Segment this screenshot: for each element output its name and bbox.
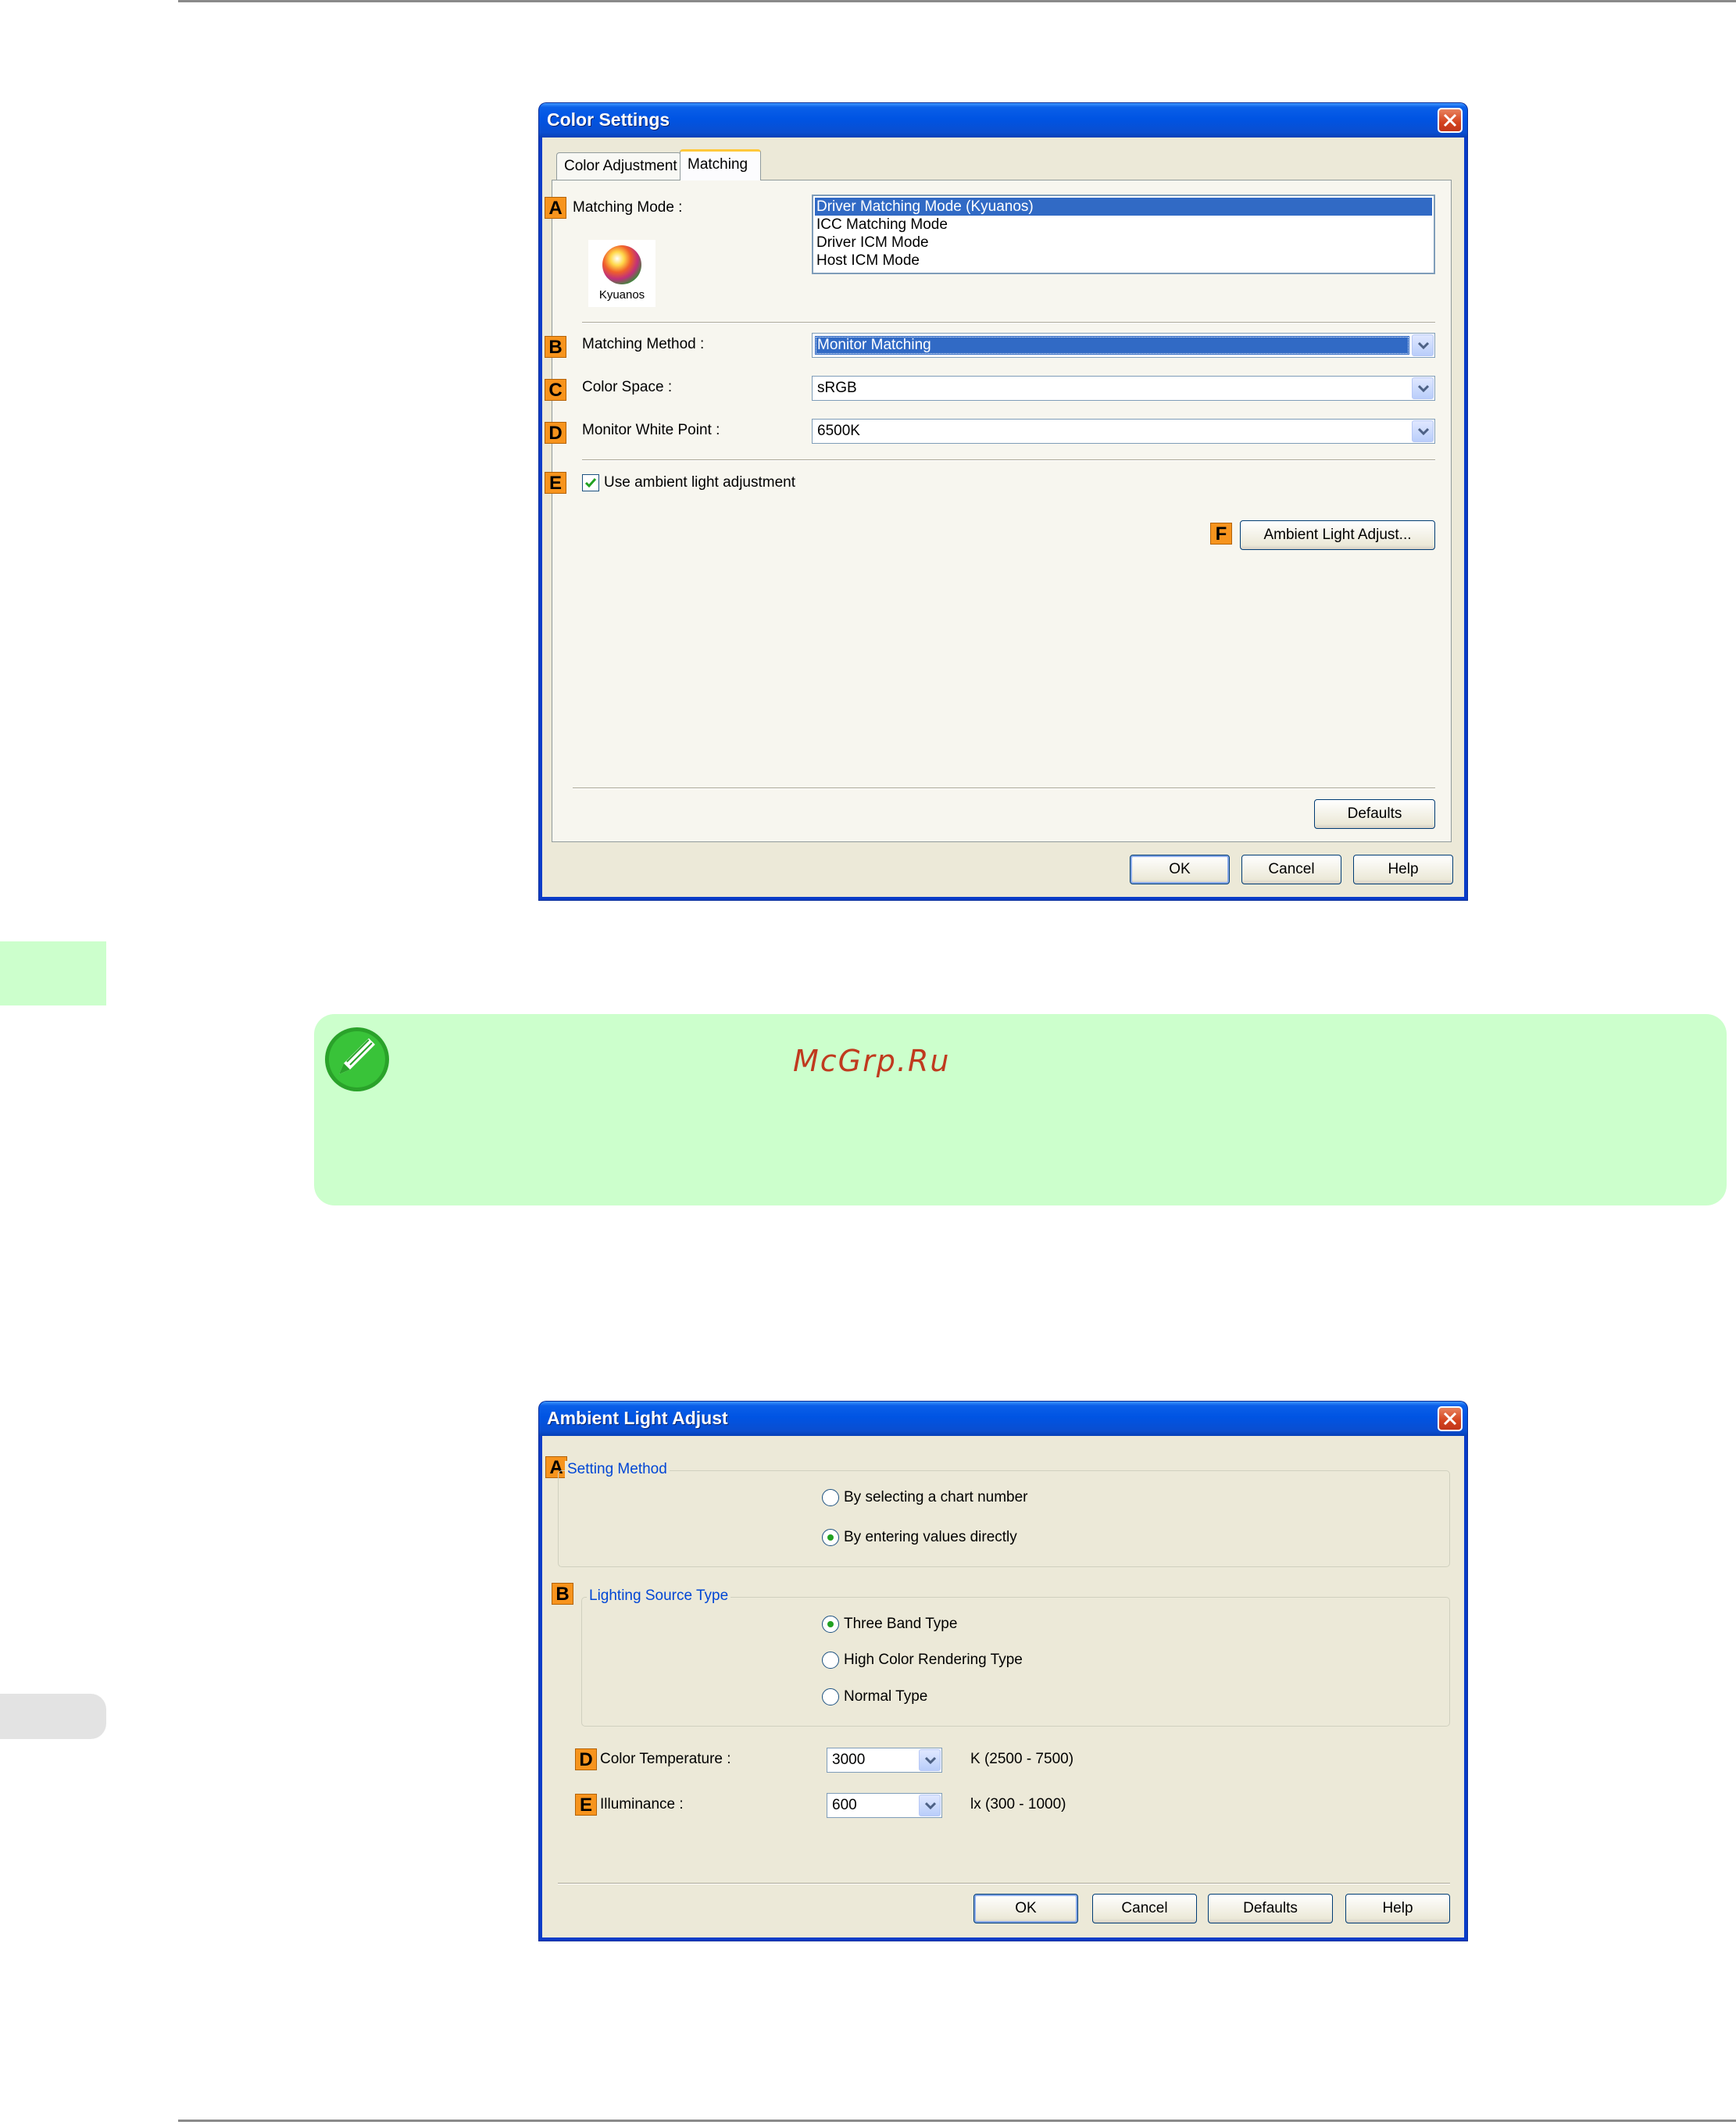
ambient-light-adjust-dialog: Ambient Light Adjust A Setting Method By… [539, 1402, 1467, 1941]
chapter-side-tab [0, 941, 106, 1005]
illuminance-range: lx (300 - 1000) [970, 1796, 1066, 1812]
list-item[interactable]: Driver ICM Mode [815, 234, 1432, 252]
dropdown-button[interactable] [919, 1749, 941, 1771]
illuminance-value: 600 [832, 1797, 857, 1813]
matching-mode-list[interactable]: Driver Matching Mode (Kyuanos) ICC Match… [812, 195, 1435, 274]
color-space-value: sRGB [817, 380, 857, 396]
dropdown-button[interactable] [919, 1795, 941, 1816]
color-settings-dialog: Color Settings Color Adjustment Matching… [539, 103, 1467, 900]
kyuanos-logo: Kyuanos [588, 240, 655, 307]
white-point-value: 6500K [817, 423, 860, 439]
close-button[interactable] [1438, 1406, 1463, 1431]
help-button[interactable]: Help [1345, 1894, 1450, 1923]
ok-button[interactable]: OK [1130, 855, 1230, 884]
badge-d: D [575, 1748, 597, 1770]
badge-b: B [545, 336, 566, 358]
note-box [314, 1014, 1727, 1205]
close-button[interactable] [1438, 108, 1463, 133]
setting-method-title: Setting Method [565, 1461, 670, 1478]
dialog-title: Color Settings [547, 109, 670, 130]
dialog-title: Ambient Light Adjust [547, 1408, 728, 1428]
white-point-label: Monitor White Point : [582, 422, 720, 438]
radio-values-directly-label[interactable]: By entering values directly [844, 1529, 1017, 1546]
ok-button[interactable]: OK [973, 1894, 1078, 1923]
illuminance-select[interactable]: 600 [827, 1793, 942, 1818]
checkmark-icon [584, 478, 597, 488]
separator [558, 1883, 1450, 1884]
setting-method-group: Setting Method [558, 1461, 1450, 1567]
color-temperature-select[interactable]: 3000 [827, 1748, 942, 1773]
pencil-note-icon [325, 1027, 389, 1091]
radio-three-band-label[interactable]: Three Band Type [844, 1616, 957, 1633]
badge-e: E [545, 472, 566, 494]
defaults-button[interactable]: Defaults [1208, 1894, 1333, 1923]
title-bar[interactable]: Ambient Light Adjust [539, 1402, 1467, 1436]
cancel-button[interactable]: Cancel [1241, 855, 1341, 884]
radio-high-color-rendering-label[interactable]: High Color Rendering Type [844, 1652, 1023, 1669]
badge-c: C [545, 379, 566, 401]
list-item[interactable]: Host ICM Mode [815, 252, 1432, 270]
chevron-down-icon [1418, 384, 1429, 392]
tab-color-adjustment[interactable]: Color Adjustment [556, 152, 681, 180]
ambient-light-adjust-button[interactable]: Ambient Light Adjust... [1240, 520, 1435, 550]
matching-mode-label: Matching Mode : [573, 199, 683, 216]
radio-normal-type[interactable] [822, 1688, 839, 1705]
radio-normal-type-label[interactable]: Normal Type [844, 1688, 927, 1705]
white-point-select[interactable]: 6500K [812, 419, 1435, 444]
color-space-select[interactable]: sRGB [812, 376, 1435, 401]
list-item[interactable]: Driver Matching Mode (Kyuanos) [815, 198, 1432, 216]
chevron-down-icon [1418, 427, 1429, 435]
badge-b: B [552, 1583, 573, 1605]
radio-chart-number[interactable] [822, 1489, 839, 1506]
logo-text: Kyuanos [598, 288, 645, 302]
radio-dot [827, 1534, 834, 1541]
badge-e: E [575, 1794, 597, 1816]
radio-values-directly[interactable] [822, 1529, 839, 1546]
color-space-label: Color Space : [582, 379, 673, 395]
matching-method-label: Matching Method : [582, 336, 705, 352]
radio-three-band[interactable] [822, 1616, 839, 1633]
color-temperature-range: K (2500 - 7500) [970, 1751, 1074, 1767]
separator [582, 459, 1435, 461]
bottom-rule [178, 2120, 1736, 2122]
tab-label: Matching [688, 156, 748, 173]
separator [582, 322, 1435, 323]
dropdown-button[interactable] [1412, 420, 1434, 442]
badge-d: D [545, 422, 566, 444]
lighting-source-title: Lighting Source Type [587, 1588, 731, 1605]
matching-method-value: Monitor Matching [815, 336, 1409, 355]
ambient-light-checkbox[interactable] [582, 474, 599, 491]
badge-f: F [1210, 523, 1232, 545]
radio-dot [827, 1621, 834, 1627]
top-rule [178, 0, 1736, 2]
watermark-text: McGrp.Ru [793, 1044, 951, 1078]
matching-method-select[interactable]: Monitor Matching [812, 333, 1435, 358]
cancel-button[interactable]: Cancel [1092, 1894, 1197, 1923]
tab-matching[interactable]: Matching [680, 149, 761, 180]
chevron-down-icon [1418, 341, 1429, 349]
ambient-light-checkbox-label[interactable]: Use ambient light adjustment [604, 474, 795, 491]
dropdown-button[interactable] [1412, 334, 1434, 356]
radio-chart-number-label[interactable]: By selecting a chart number [844, 1489, 1028, 1506]
defaults-button[interactable]: Defaults [1314, 799, 1435, 829]
matching-panel: A Matching Mode : Driver Matching Mode (… [545, 180, 1452, 842]
help-button[interactable]: Help [1353, 855, 1453, 884]
list-item[interactable]: ICC Matching Mode [815, 216, 1432, 234]
illuminance-label: Illuminance : [600, 1796, 684, 1812]
title-bar[interactable]: Color Settings [539, 103, 1467, 138]
radio-high-color-rendering[interactable] [822, 1652, 839, 1669]
separator [573, 788, 1435, 789]
tab-label: Color Adjustment [564, 158, 677, 174]
color-temperature-value: 3000 [832, 1752, 866, 1768]
chevron-down-icon [925, 1756, 936, 1764]
chevron-down-icon [925, 1802, 936, 1809]
dropdown-button[interactable] [1412, 377, 1434, 399]
color-temperature-label: Color Temperature : [600, 1751, 731, 1767]
close-icon [1443, 113, 1457, 127]
section-side-tab [0, 1694, 106, 1739]
close-icon [1443, 1412, 1457, 1426]
badge-a: A [545, 197, 566, 219]
